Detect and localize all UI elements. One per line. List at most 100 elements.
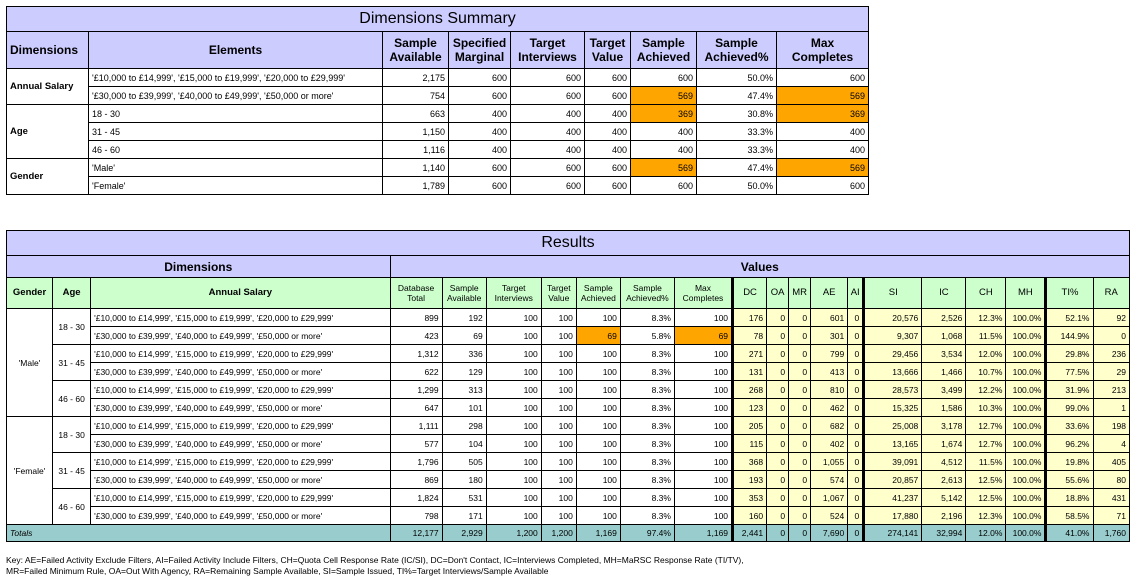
values-group-header: Values bbox=[389, 255, 1131, 278]
summary-row: '£30,000 to £39,999', '£40,000 to £49,99… bbox=[7, 86, 870, 105]
totals-metric-cell: 41.0% bbox=[1044, 524, 1094, 542]
results-row: 46 - 60 '£10,000 to £14,999', '£15,000 to… bbox=[7, 488, 1130, 525]
value-cell: 100 bbox=[485, 362, 542, 381]
summary-value-cell: 600 bbox=[584, 86, 631, 105]
salary-label: '£10,000 to £14,999', '£15,000 to £19,99… bbox=[90, 308, 391, 327]
results-title: Results bbox=[6, 230, 1130, 256]
element-label: 31 - 45 bbox=[88, 122, 383, 141]
metric-cell: 213 bbox=[1092, 380, 1130, 399]
value-cell: 8.3% bbox=[619, 344, 675, 363]
metric-cell: 0 bbox=[847, 434, 865, 453]
value-header-4: Sample Achieved bbox=[575, 277, 621, 309]
metric-header-1: OA bbox=[766, 277, 790, 309]
totals-metric-cell: 2,441 bbox=[731, 524, 768, 542]
metric-cell: 0 bbox=[788, 380, 812, 399]
metric-cell: 236 bbox=[1092, 344, 1130, 363]
summary-row: Gender 'Male' 1,140 600 600 600 569 47.4% 569 bbox=[6, 158, 870, 195]
metric-cell: 3,499 bbox=[921, 380, 967, 399]
value-cell: 869 bbox=[389, 470, 443, 489]
summary-value-cell: 400 bbox=[584, 104, 631, 123]
value-cell: 100 bbox=[485, 488, 542, 507]
salary-label: '£10,000 to £14,999', '£15,000 to £19,99… bbox=[90, 488, 391, 507]
metric-cell: 0 bbox=[766, 416, 790, 435]
value-cell: 100 bbox=[575, 470, 621, 489]
metric-header-9: TI% bbox=[1044, 277, 1094, 309]
dimension-label: Annual Salary bbox=[6, 68, 89, 105]
value-cell: 100 bbox=[575, 380, 621, 399]
value-cell: 100 bbox=[540, 434, 577, 453]
totals-metric-cell: 0 bbox=[847, 524, 865, 542]
metric-cell: 413 bbox=[810, 362, 849, 381]
value-cell: 100 bbox=[485, 308, 542, 327]
metric-cell: 12.7% bbox=[965, 434, 1007, 453]
value-cell: 100 bbox=[575, 416, 621, 435]
summary-value-cell: 400 bbox=[584, 122, 631, 141]
metric-cell: 13,165 bbox=[862, 434, 923, 453]
metric-cell: 0 bbox=[1092, 326, 1130, 345]
age-label: 46 - 60 bbox=[52, 488, 92, 525]
metric-cell: 12.3% bbox=[965, 308, 1007, 327]
metric-header-5: SI bbox=[862, 277, 923, 309]
value-cell: 8.3% bbox=[619, 488, 675, 507]
value-cell: 100 bbox=[673, 308, 734, 327]
metric-cell: 0 bbox=[788, 326, 812, 345]
metric-cell: 92 bbox=[1092, 308, 1130, 327]
metric-header-8: MH bbox=[1005, 277, 1047, 309]
summary-value-cell: 600 bbox=[510, 68, 585, 87]
metric-cell: 100.0% bbox=[1005, 452, 1047, 471]
metric-cell: 2,526 bbox=[921, 308, 967, 327]
value-cell: 423 bbox=[389, 326, 443, 345]
value-cell: 313 bbox=[441, 380, 487, 399]
summary-value-cell: 754 bbox=[382, 86, 449, 105]
dimension-label: Gender bbox=[6, 158, 89, 195]
summary-value-cell: 600 bbox=[448, 158, 511, 177]
totals-row: Totals 12,177 2,929 1,200 1,200 1,169 97.4% 1,1… bbox=[6, 524, 1130, 542]
summary-value-cell: 600 bbox=[448, 86, 511, 105]
summary-value-cell: 600 bbox=[584, 68, 631, 87]
value-cell: 8.3% bbox=[619, 452, 675, 471]
summary-value-cell: 569 bbox=[775, 158, 870, 177]
metric-cell: 55.6% bbox=[1044, 470, 1094, 489]
summary-value-cell: 400 bbox=[630, 122, 697, 141]
value-cell: 100 bbox=[575, 308, 621, 327]
summary-value-cell: 600 bbox=[630, 68, 697, 87]
dim-header-0: Gender bbox=[5, 277, 54, 309]
metric-cell: 682 bbox=[810, 416, 849, 435]
value-cell: 101 bbox=[441, 398, 487, 417]
summary-value-cell: 600 bbox=[448, 176, 511, 195]
metric-cell: 1,674 bbox=[921, 434, 967, 453]
metric-cell: 0 bbox=[766, 470, 790, 489]
summary-value-cell: 400 bbox=[510, 140, 585, 159]
metric-cell: 462 bbox=[810, 398, 849, 417]
summary-value-cell: 600 bbox=[510, 86, 585, 105]
summary-value-cell: 663 bbox=[382, 104, 449, 123]
metric-cell: 0 bbox=[766, 488, 790, 507]
value-cell: 100 bbox=[575, 488, 621, 507]
metric-cell: 198 bbox=[1092, 416, 1130, 435]
metric-cell: 1 bbox=[1092, 398, 1130, 417]
metric-cell: 96.2% bbox=[1044, 434, 1094, 453]
results-row: 'Male' 18 - 30 '£10,000 to £14,999', '£15,… bbox=[5, 308, 1130, 417]
summary-value-cell: 569 bbox=[775, 86, 870, 105]
summary-value-cell: 33.3% bbox=[696, 140, 777, 159]
value-cell: 100 bbox=[540, 398, 577, 417]
value-cell: 180 bbox=[441, 470, 487, 489]
summary-value-cell: 600 bbox=[584, 158, 631, 177]
metric-cell: 10.7% bbox=[965, 362, 1007, 381]
metric-cell: 31.9% bbox=[1044, 380, 1094, 399]
metric-cell: 368 bbox=[731, 452, 768, 471]
salary-label: '£10,000 to £14,999', '£15,000 to £19,99… bbox=[90, 452, 391, 471]
metric-cell: 71 bbox=[1092, 506, 1130, 525]
value-cell: 100 bbox=[485, 344, 542, 363]
metric-cell: 29.8% bbox=[1044, 344, 1094, 363]
metric-cell: 0 bbox=[766, 362, 790, 381]
metric-header-7: CH bbox=[965, 277, 1007, 309]
summary-value-cell: 600 bbox=[510, 158, 585, 177]
metric-cell: 78 bbox=[731, 326, 768, 345]
results-row: '£30,000 to £39,999', '£40,000 to £49,99… bbox=[7, 362, 1130, 381]
metric-cell: 3,534 bbox=[921, 344, 967, 363]
totals-metric-cell: 12.0% bbox=[965, 524, 1007, 542]
value-cell: 1,312 bbox=[389, 344, 443, 363]
value-cell: 100 bbox=[540, 488, 577, 507]
value-cell: 192 bbox=[441, 308, 487, 327]
